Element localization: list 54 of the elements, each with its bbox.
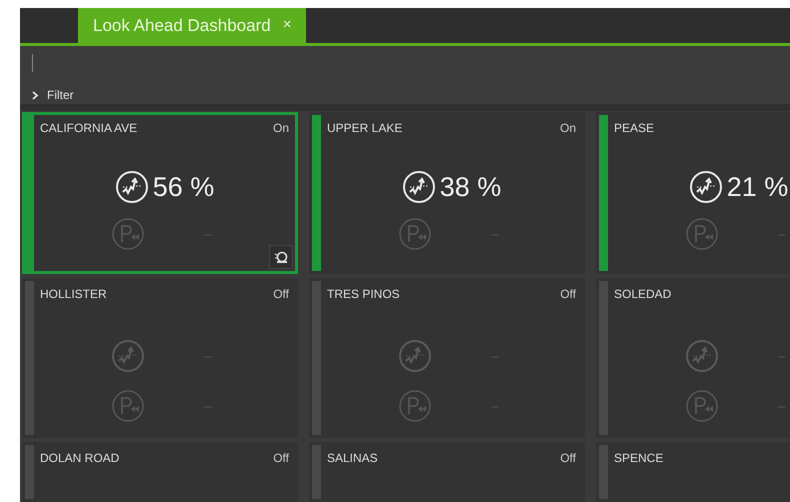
station-name: DOLAN ROAD [40, 450, 120, 467]
chevron-icon [32, 90, 39, 100]
trend-icon [398, 339, 432, 373]
parking-icon [398, 217, 432, 251]
parking-icon [110, 217, 144, 251]
metric-value: – [204, 348, 212, 365]
metric-value: – [492, 226, 500, 243]
station-card[interactable]: CALIFORNIA AVE On 56 % – [22, 112, 298, 274]
metric-value: – [492, 348, 500, 365]
trend-icon [688, 170, 723, 204]
status-label: On [272, 120, 289, 137]
parking-icon [398, 389, 432, 423]
station-name: PEASE [614, 120, 654, 137]
metric-value: 21 % [726, 174, 788, 200]
siren-icon [274, 250, 288, 264]
status-label: Off [273, 286, 289, 303]
metric-value: – [204, 398, 212, 415]
parking-icon [110, 389, 144, 423]
trend-icon [402, 170, 436, 204]
trend-icon [114, 170, 149, 204]
station-name: HOLLISTER [40, 286, 107, 303]
metric-value: – [204, 226, 212, 243]
station-card[interactable]: HOLLISTER Off – – [22, 278, 298, 438]
filter-toggle[interactable]: Filter [32, 86, 778, 104]
station-name: TRES PINOS [327, 286, 400, 303]
station-name: SPENCE [614, 450, 664, 467]
station-name: CALIFORNIA AVE [40, 120, 138, 137]
text-cursor [32, 54, 33, 72]
trend-icon [684, 339, 718, 373]
parking-icon [684, 217, 718, 251]
metric-value: 56 % [152, 174, 214, 200]
trend-icon [110, 339, 144, 373]
metric-value: – [492, 398, 500, 415]
status-label: On [560, 120, 576, 137]
parking-icon [684, 389, 718, 423]
station-name: UPPER LAKE [327, 120, 402, 137]
station-card[interactable]: UPPER LAKE On 38 % – [309, 112, 585, 274]
metric-value: – [778, 348, 786, 365]
station-card[interactable]: SPENCE [596, 442, 790, 502]
alert-button[interactable] [269, 245, 293, 269]
status-label: Off [273, 450, 289, 467]
station-card[interactable]: PEASE 21 % – [596, 112, 790, 274]
station-card[interactable]: DOLAN ROAD Off [22, 442, 298, 502]
status-label: Off [560, 450, 576, 467]
station-name: SALINAS [327, 450, 378, 467]
tab-label: Look Ahead Dashboard [93, 14, 271, 37]
status-label: Off [560, 286, 576, 303]
metric-value: 38 % [440, 174, 502, 200]
station-card[interactable]: TRES PINOS Off – – [309, 278, 585, 438]
metric-value: – [778, 398, 786, 415]
station-card[interactable]: SOLEDAD – – [596, 278, 790, 438]
station-card[interactable]: SALINAS Off [309, 442, 585, 502]
station-name: SOLEDAD [614, 286, 672, 303]
metric-value: – [778, 226, 786, 243]
